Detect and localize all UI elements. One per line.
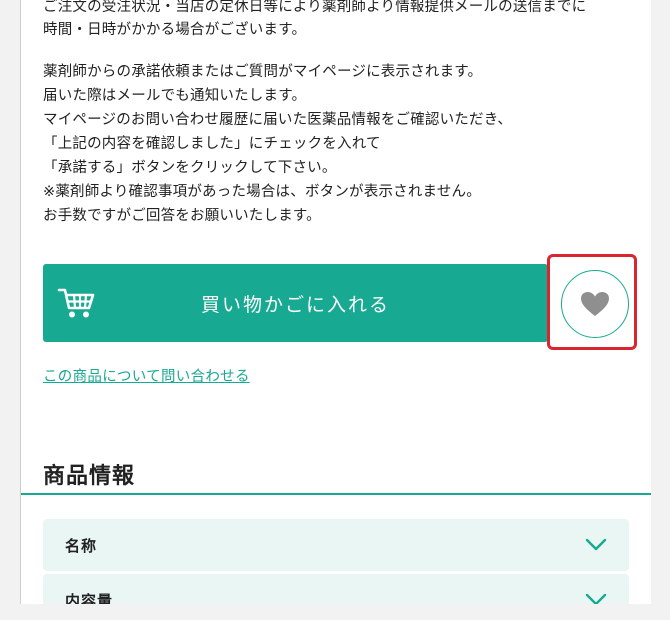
add-to-cart-label: 買い物かごに入れる <box>200 293 390 316</box>
section-divider <box>21 493 651 495</box>
notice-line: 薬剤師からの承諾依頼またはご質問がマイページに表示されます。 <box>43 64 483 80</box>
notice-line: ※薬剤師より確認事項があった場合は、ボタンが表示されません。 <box>43 184 481 200</box>
shopping-cart-icon <box>57 288 95 318</box>
notice-line <box>43 42 629 60</box>
accordion-contents[interactable]: 内容量 <box>43 574 629 604</box>
product-info-title: 商品情報 <box>43 464 136 489</box>
product-detail-panel: ご注文の受注状況・当店の定休日等により薬剤師より情報提供メールの送信までに 時間… <box>20 0 651 604</box>
notice-line: お手数ですがご回答をお願いいたします。 <box>43 208 321 224</box>
notice-line: 時間・日時がかかる場合がございます。 <box>43 22 307 38</box>
notice-line: 「承諾する」ボタンをクリックして下さい。 <box>43 160 337 176</box>
notice-cut-line: ご注文の受注状況・当店の定休日等により薬剤師より情報提供メールの送信までに <box>43 0 587 15</box>
notice-line: マイページのお問い合わせ履歴に届いた医薬品情報をご確認いただき、 <box>43 112 513 128</box>
notice-line: 「上記の内容を確認しました」にチェックを入れて <box>43 136 381 152</box>
notice-line: 届いた際はメールでも通知いたします。 <box>43 88 307 104</box>
notice-text: 時間・日時がかかる場合がございます。 薬剤師からの承諾依頼またはご質問がマイペー… <box>43 18 629 228</box>
chevron-down-icon <box>585 538 607 551</box>
heart-icon <box>581 292 609 316</box>
chevron-down-icon <box>585 593 607 604</box>
accordion-label: 名称 <box>65 536 98 555</box>
favorite-button[interactable] <box>561 270 629 338</box>
accordion-name[interactable]: 名称 <box>43 519 629 571</box>
add-to-cart-button[interactable]: 買い物かごに入れる <box>43 264 548 342</box>
inquiry-link[interactable]: この商品について問い合わせる <box>43 365 250 386</box>
accordion-label: 内容量 <box>65 591 114 605</box>
